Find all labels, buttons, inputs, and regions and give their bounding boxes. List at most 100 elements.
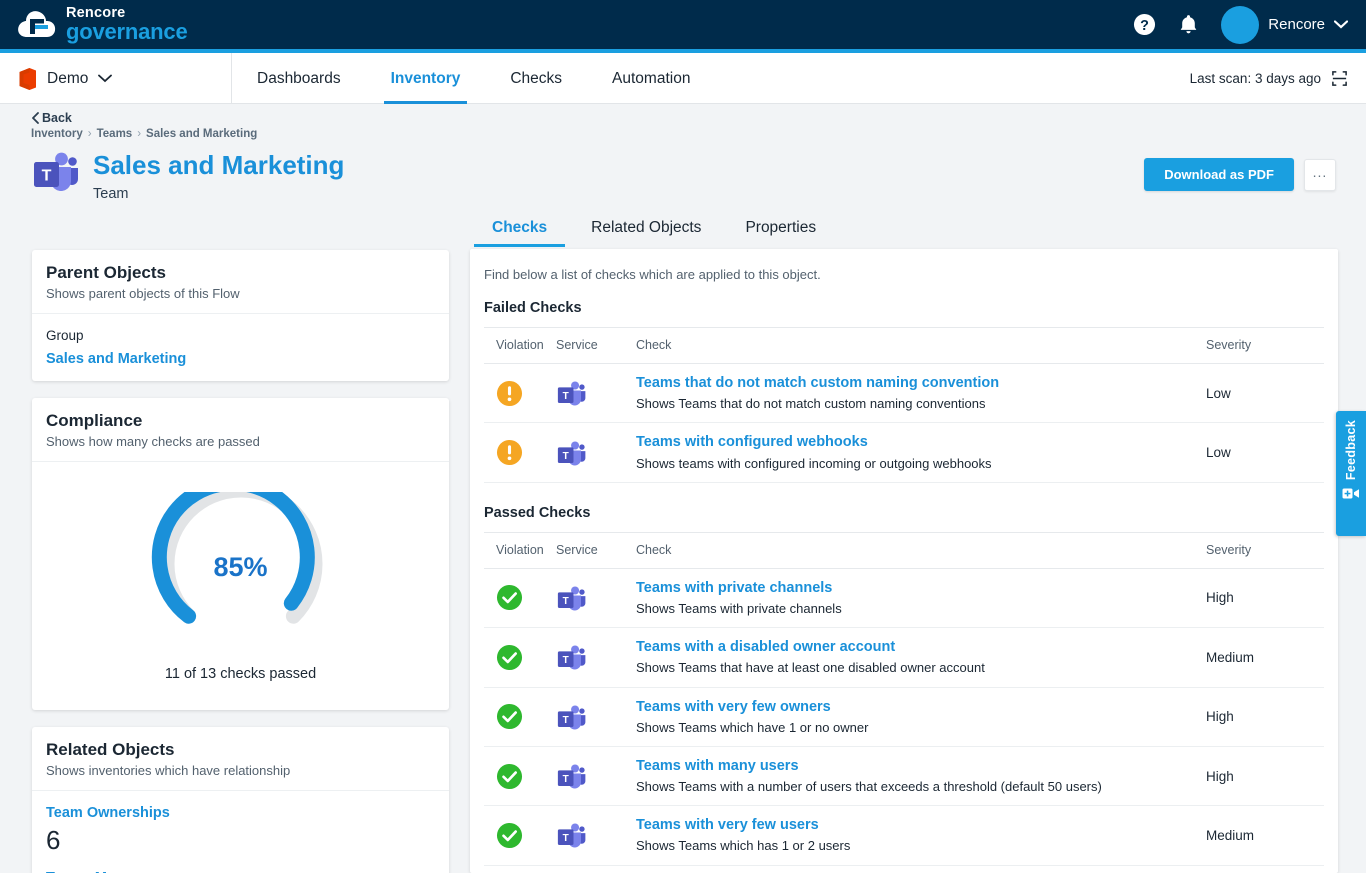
tab-label: Properties xyxy=(745,218,817,236)
violation-cell xyxy=(484,746,556,807)
nav-item-inventory[interactable]: Inventory xyxy=(366,53,486,104)
download-as-pdf-button[interactable]: Download as PDF xyxy=(1144,158,1294,191)
check-name-link[interactable]: Teams with very few owners xyxy=(636,698,1206,716)
page-title: Sales and Marketing xyxy=(93,150,345,180)
check-name-link[interactable]: Teams that do not match custom naming co… xyxy=(636,374,1206,392)
top-bar: Rencore governance ? Rencore xyxy=(0,0,1366,49)
service-cell: T xyxy=(556,627,636,688)
severity-cell: Low xyxy=(1206,363,1324,424)
chevron-down-icon xyxy=(98,74,113,83)
parent-object-type-label: Group xyxy=(46,328,84,343)
nav-item-label: Checks xyxy=(510,69,563,87)
svg-text:T: T xyxy=(563,451,569,462)
scan-refresh-icon[interactable] xyxy=(1331,70,1348,87)
check-cell: Teams with very few users Shows Teams whi… xyxy=(636,805,1206,866)
tab-label: Related Objects xyxy=(591,218,702,236)
brand-text: Rencore governance xyxy=(66,6,188,44)
table-row[interactable]: T Teams with many users Shows Teams with … xyxy=(484,746,1324,807)
microsoft-teams-icon: T xyxy=(31,148,79,194)
related-object-link-team-ownerships[interactable]: Team Ownerships xyxy=(46,805,435,821)
check-circle-icon xyxy=(496,703,556,730)
check-name-link[interactable]: Teams with a disabled owner account xyxy=(636,638,1206,656)
check-description: Shows Teams which has 1 or 2 users xyxy=(636,838,851,854)
check-name-link[interactable]: Teams with many users xyxy=(636,757,1206,775)
microsoft-teams-icon: T xyxy=(556,378,636,408)
check-description: Shows Teams that have at least one disab… xyxy=(636,660,985,676)
table-head: Violation Service Check Severity xyxy=(484,327,1324,364)
breadcrumb-item-teams[interactable]: Teams xyxy=(97,128,133,140)
table-row[interactable]: T Teams that reach the 200 channel limit… xyxy=(484,865,1324,873)
svg-text:T: T xyxy=(563,715,569,726)
notification-bell-icon[interactable] xyxy=(1178,13,1199,36)
breadcrumb: Inventory › Teams › Sales and Marketing xyxy=(31,128,257,140)
nav-item-label: Dashboards xyxy=(257,69,341,87)
tab-properties[interactable]: Properties xyxy=(723,208,838,247)
severity-cell: Medium xyxy=(1206,627,1324,688)
nav-item-automation[interactable]: Automation xyxy=(587,53,715,104)
table-row[interactable]: T Teams with very few users Shows Teams w… xyxy=(484,805,1324,866)
severity-cell: High xyxy=(1206,746,1324,807)
rencore-cloud-logo-icon xyxy=(16,6,58,44)
tenant-selector[interactable]: Demo xyxy=(0,53,232,104)
tab-related-objects[interactable]: Related Objects xyxy=(569,208,723,247)
svg-text:T: T xyxy=(563,655,569,666)
chevron-down-icon xyxy=(1334,20,1348,29)
brand-name-bottom: governance xyxy=(66,19,188,45)
card-description: Shows parent objects of this Flow xyxy=(46,286,240,301)
table-row[interactable]: T Teams with very few owners Shows Teams … xyxy=(484,687,1324,747)
related-objects-card-body: Team Ownerships 6 Teams Messages xyxy=(32,791,449,873)
passed-checks-title: Passed Checks xyxy=(484,504,591,521)
related-objects-card: Related Objects Shows inventories which … xyxy=(32,727,449,873)
page-header-text: Sales and Marketing Team xyxy=(93,148,344,202)
severity-cell: Medium xyxy=(1206,865,1324,873)
table-row[interactable]: T Teams with private channels Shows Teams… xyxy=(484,568,1324,629)
nav-item-checks[interactable]: Checks xyxy=(485,53,587,104)
nav-item-dashboards[interactable]: Dashboards xyxy=(232,53,366,104)
breadcrumb-separator: › xyxy=(87,128,92,140)
compliance-gauge: 85% xyxy=(141,492,341,642)
check-name-link[interactable]: Teams with very few users xyxy=(636,816,1206,834)
page-subtitle: Team xyxy=(93,185,129,202)
service-cell: T xyxy=(556,687,636,747)
check-name-link[interactable]: Teams with configured webhooks xyxy=(636,433,1206,451)
office365-icon xyxy=(16,67,37,91)
back-label: Back xyxy=(42,111,72,125)
service-cell: T xyxy=(556,422,636,483)
violation-cell xyxy=(484,865,556,873)
service-cell: T xyxy=(556,865,636,873)
failed-checks-table: Violation Service Check Severity T Teams… xyxy=(484,327,1324,483)
compliance-caption: 11 of 13 checks passed xyxy=(164,666,317,682)
parent-objects-card-header: Parent Objects Shows parent objects of t… xyxy=(32,250,449,314)
compliance-percent: 85% xyxy=(213,552,268,582)
parent-object-link[interactable]: Sales and Marketing xyxy=(46,351,435,367)
help-circle-icon[interactable]: ? xyxy=(1133,13,1156,36)
check-cell: Teams with configured webhooks Shows tea… xyxy=(636,422,1206,483)
back-button[interactable]: Back xyxy=(31,111,72,125)
user-menu[interactable]: Rencore xyxy=(1221,5,1348,44)
checks-panel-description: Find below a list of checks which are ap… xyxy=(484,267,821,282)
violation-cell xyxy=(484,687,556,747)
last-scan-label: Last scan: 3 days ago xyxy=(1189,71,1321,86)
feedback-tab[interactable]: Feedback xyxy=(1336,411,1366,536)
more-options-button[interactable]: ... xyxy=(1304,158,1336,191)
table-row[interactable]: T Teams with a disabled owner account Sho… xyxy=(484,627,1324,688)
compliance-card-body: 85% 11 of 13 checks passed xyxy=(32,462,449,710)
page-header: T Sales and Marketing Team xyxy=(31,148,344,202)
feedback-label: Feedback xyxy=(1344,420,1358,481)
breadcrumb-item-current[interactable]: Sales and Marketing xyxy=(146,128,257,140)
svg-text:?: ? xyxy=(1140,18,1149,34)
check-cell: Teams with a disabled owner account Shows… xyxy=(636,627,1206,688)
tab-checks[interactable]: Checks xyxy=(470,208,569,247)
svg-text:T: T xyxy=(563,774,569,785)
check-name-link[interactable]: Teams with private channels xyxy=(636,579,1206,597)
svg-text:T: T xyxy=(42,168,52,185)
svg-text:T: T xyxy=(563,391,569,402)
nav-item-label: Automation xyxy=(612,69,691,87)
card-title: Related Objects xyxy=(46,740,175,759)
table-row[interactable]: T Teams with configured webhooks Shows t… xyxy=(484,422,1324,483)
breadcrumb-item-inventory[interactable]: Inventory xyxy=(31,128,83,140)
brand-logo-group[interactable]: Rencore governance xyxy=(16,6,188,44)
table-row[interactable]: T Teams that do not match custom naming … xyxy=(484,363,1324,424)
service-cell: T xyxy=(556,746,636,807)
card-title: Parent Objects xyxy=(46,263,166,282)
